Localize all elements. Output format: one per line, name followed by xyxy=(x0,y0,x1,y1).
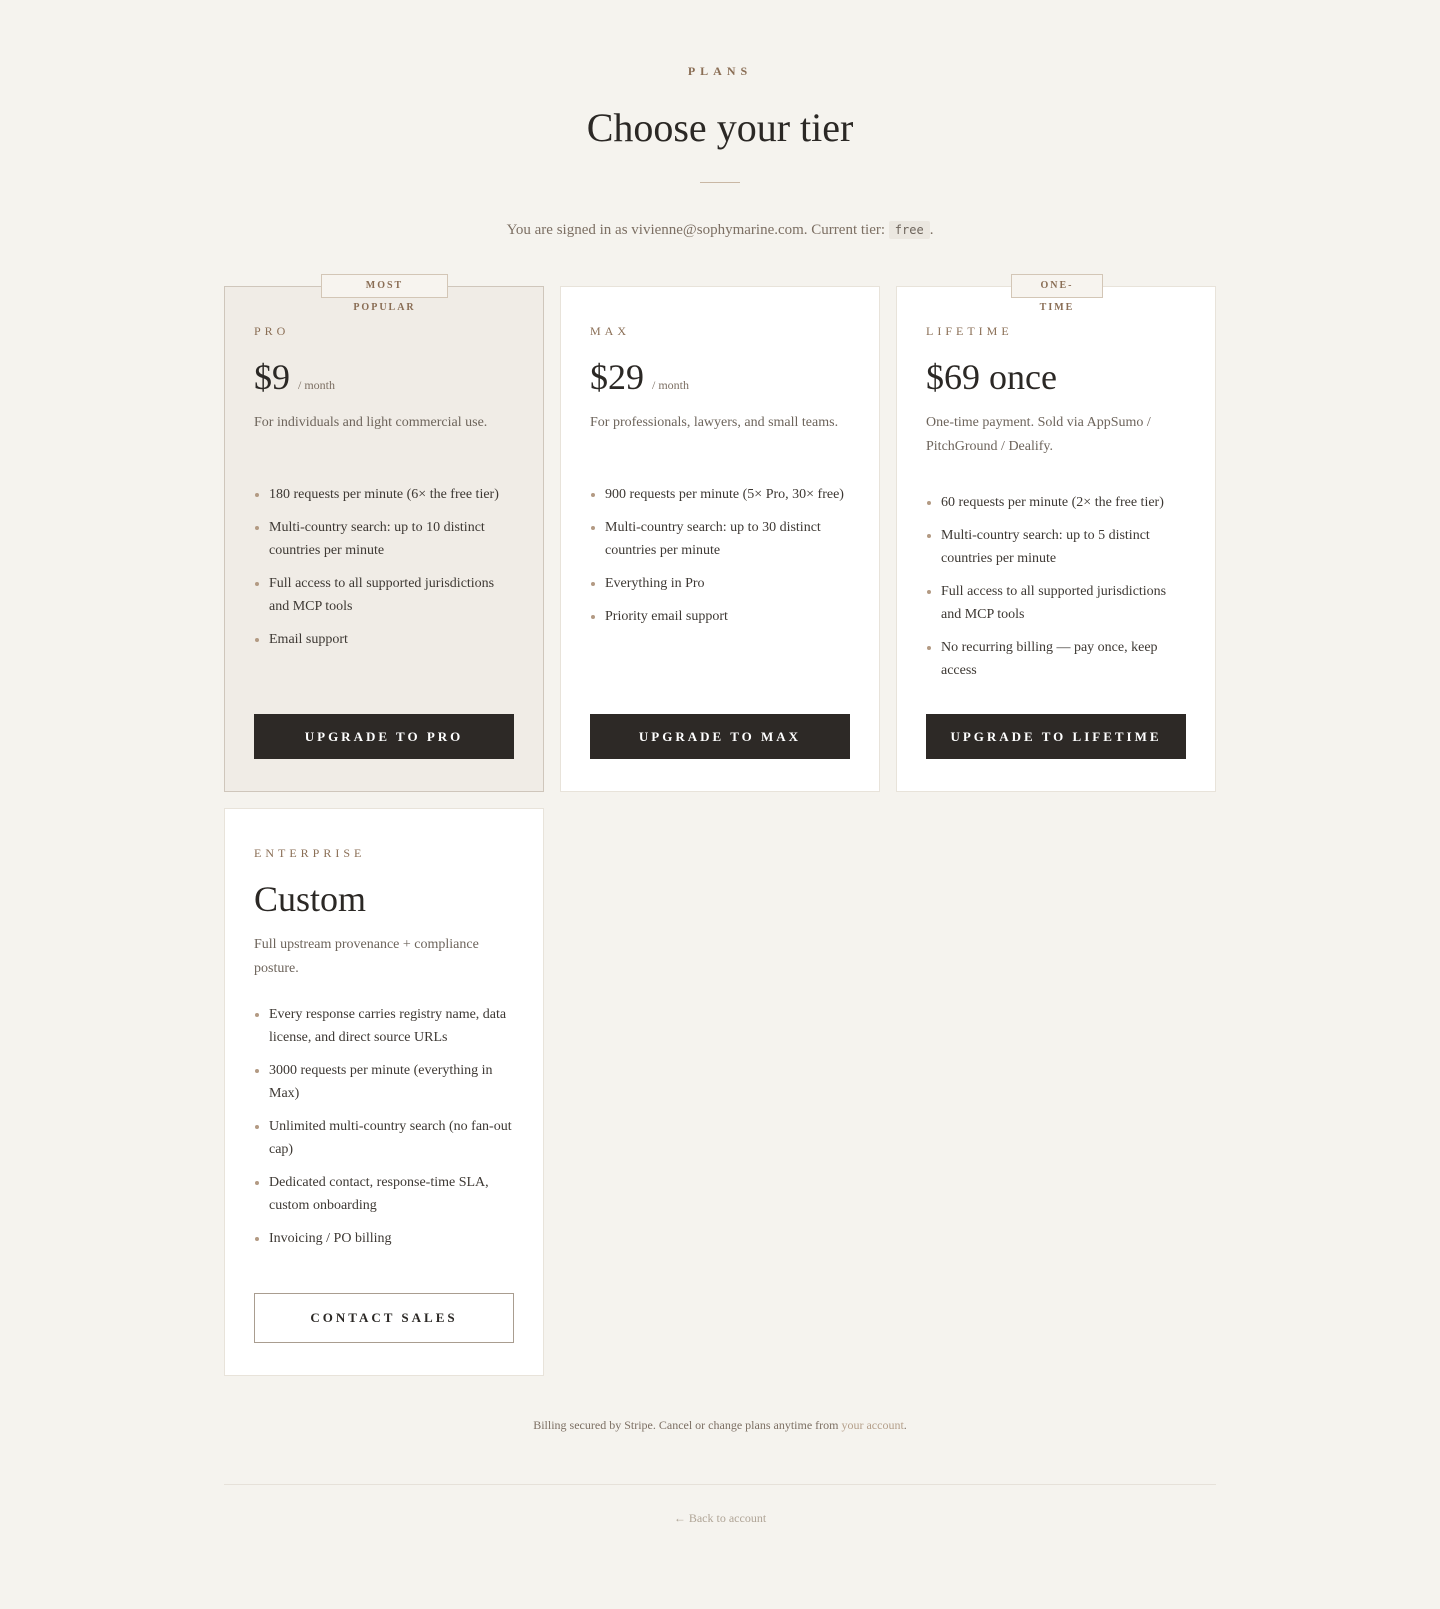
one-time-badge: ONE-TIME xyxy=(1011,274,1103,313)
feature-item: 3000 requests per minute (everything in … xyxy=(254,1059,514,1105)
plan-name: LIFETIME xyxy=(926,324,1013,338)
upgrade-to-pro-button[interactable]: UPGRADE TO PRO xyxy=(254,714,514,759)
title-divider xyxy=(700,182,740,183)
page-title: Choose your tier xyxy=(586,105,854,150)
most-popular-badge: MOST POPULAR xyxy=(321,274,448,313)
signed-in-suffix: . xyxy=(929,222,934,238)
feature-list: Every response carries registry name, da… xyxy=(254,1003,514,1250)
plan-price: $9 xyxy=(254,357,290,397)
plan-card-max: MAX $29 / month For professionals, lawye… xyxy=(560,286,880,792)
plan-price: $29 xyxy=(590,357,644,397)
contact-sales-button[interactable]: CONTACT SALES xyxy=(254,1293,514,1343)
plan-period: / month xyxy=(298,378,336,392)
price-row: $9 / month xyxy=(254,356,514,397)
plan-description: For individuals and light commercial use… xyxy=(254,415,488,430)
your-account-link[interactable]: your account xyxy=(841,1418,903,1432)
plan-period: / month xyxy=(652,378,690,392)
plan-card-enterprise: ENTERPRISE Custom Full upstream provenan… xyxy=(224,808,544,1376)
signed-in-text: You are signed in as vivienne@sophymarin… xyxy=(506,222,886,238)
price-row: $69 once xyxy=(926,356,1186,397)
feature-item: Dedicated contact, response-time SLA, cu… xyxy=(254,1171,514,1217)
feature-item: Full access to all supported jurisdictio… xyxy=(254,572,514,618)
plan-description: One-time payment. Sold via AppSumo / Pit… xyxy=(926,415,1151,454)
feature-item: Every response carries registry name, da… xyxy=(254,1003,514,1049)
footer-divider xyxy=(224,1484,1216,1485)
feature-item: Multi-country search: up to 30 distinct … xyxy=(590,516,850,562)
feature-item: Multi-country search: up to 5 distinct c… xyxy=(926,524,1186,570)
plan-price: Custom xyxy=(254,879,367,919)
feature-item: Email support xyxy=(254,628,514,651)
pricing-page: PLANS Choose your tier You are signed in… xyxy=(0,0,1440,1609)
price-row: $29 / month xyxy=(590,356,850,397)
section-eyebrow: PLANS xyxy=(687,64,753,78)
feature-item: 60 requests per minute (2× the free tier… xyxy=(926,491,1186,514)
billing-note: Billing secured by Stripe. Cancel or cha… xyxy=(0,1418,1440,1433)
billing-note-suffix: . xyxy=(903,1418,907,1432)
plan-name: MAX xyxy=(590,324,631,338)
feature-list: 60 requests per minute (2× the free tier… xyxy=(926,491,1186,682)
feature-item: Multi-country search: up to 10 distinct … xyxy=(254,516,514,562)
plan-name: ENTERPRISE xyxy=(254,846,366,860)
signed-in-status: You are signed in as vivienne@sophymarin… xyxy=(0,221,1440,239)
feature-list: 900 requests per minute (5× Pro, 30× fre… xyxy=(590,483,850,628)
feature-list: 180 requests per minute (6× the free tie… xyxy=(254,483,514,651)
feature-item: Priority email support xyxy=(590,605,850,628)
back-to-account-link[interactable]: ← Back to account xyxy=(0,1511,1440,1526)
current-tier-code: free xyxy=(888,221,930,239)
plan-card-pro: MOST POPULAR PRO $9 / month For individu… xyxy=(224,274,544,792)
feature-item: 900 requests per minute (5× Pro, 30× fre… xyxy=(590,483,850,506)
feature-item: 180 requests per minute (6× the free tie… xyxy=(254,483,514,506)
plan-description: Full upstream provenance + compliance po… xyxy=(254,937,479,976)
plan-price: $69 once xyxy=(926,357,1057,397)
feature-item: No recurring billing — pay once, keep ac… xyxy=(926,636,1186,682)
upgrade-to-max-button[interactable]: UPGRADE TO MAX xyxy=(590,714,850,759)
feature-item: Full access to all supported jurisdictio… xyxy=(926,580,1186,626)
feature-item: Unlimited multi-country search (no fan-o… xyxy=(254,1115,514,1161)
plan-description: For professionals, lawyers, and small te… xyxy=(590,415,839,430)
feature-item: Everything in Pro xyxy=(590,572,850,595)
plan-name: PRO xyxy=(254,324,290,338)
price-row: Custom xyxy=(254,878,514,919)
plan-card-lifetime: ONE-TIME LIFETIME $69 once One-time paym… xyxy=(896,274,1216,792)
feature-item: Invoicing / PO billing xyxy=(254,1227,514,1250)
upgrade-to-lifetime-button[interactable]: UPGRADE TO LIFETIME xyxy=(926,714,1186,759)
billing-note-text: Billing secured by Stripe. Cancel or cha… xyxy=(533,1418,839,1432)
